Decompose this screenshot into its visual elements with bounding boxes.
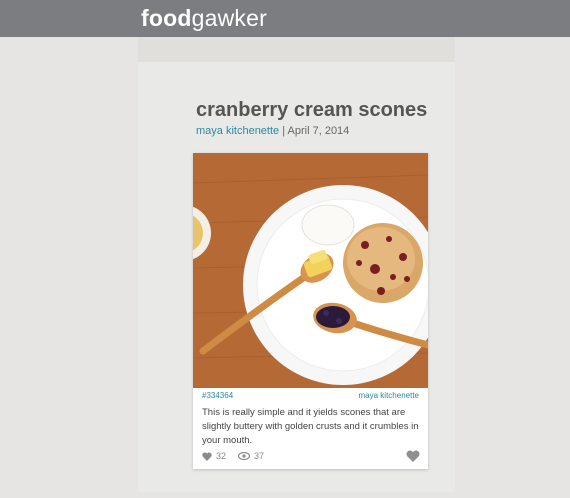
site-link[interactable]: maya kitchenette (359, 391, 419, 400)
food-photo[interactable] (193, 153, 428, 388)
card-description: This is really simple and it yields scon… (202, 407, 419, 446)
top-bar: foodgawker (0, 0, 570, 37)
page-title: cranberry cream scones (196, 99, 428, 121)
card-stats: 32 37 (202, 451, 264, 461)
byline-separator: | (282, 125, 286, 137)
heart-small-icon (202, 452, 212, 461)
post-date: April 7, 2014 (287, 125, 350, 137)
logo-light-text: gawker (191, 5, 267, 31)
foodgawker-logo[interactable]: foodgawker (141, 4, 267, 32)
like-count: 32 (216, 451, 227, 461)
view-count: 37 (254, 451, 265, 461)
sub-bar (138, 37, 455, 62)
eye-icon (238, 452, 251, 460)
card-meta: #334364 maya kitchenette (193, 390, 428, 402)
logo-bold-text: food (141, 5, 192, 31)
author-link[interactable]: maya kitchenette (196, 125, 279, 137)
byline: maya kitchenette | April 7, 2014 (196, 125, 349, 137)
favorite-heart-icon[interactable] (406, 449, 420, 467)
pin-id-link[interactable]: #334364 (202, 391, 233, 400)
post-card[interactable]: #334364 maya kitchenette This is really … (193, 153, 428, 469)
